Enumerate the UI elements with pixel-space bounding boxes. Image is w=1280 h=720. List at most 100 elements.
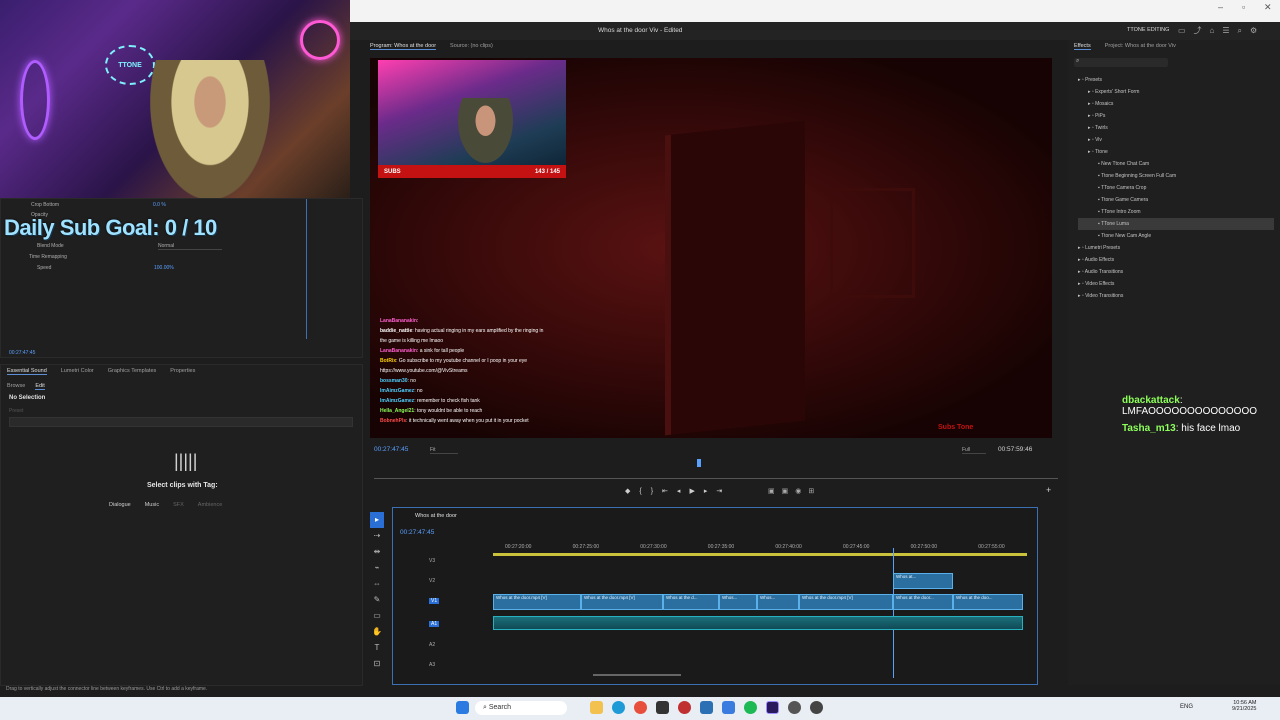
game-wall-frame bbox=[830, 188, 915, 298]
store-icon[interactable] bbox=[722, 701, 735, 714]
transport-controls[interactable]: ◆{}⇤◂▶▸⇥ bbox=[625, 487, 731, 495]
tab-properties[interactable]: Properties bbox=[170, 368, 195, 374]
speed-value[interactable]: 100.00% bbox=[154, 265, 174, 271]
rectangle-icon[interactable]: ▭ bbox=[370, 608, 384, 624]
start-icon[interactable] bbox=[456, 701, 469, 714]
tab-edit[interactable]: Edit bbox=[35, 383, 45, 390]
track-header-v1[interactable]: V1 bbox=[429, 598, 440, 604]
header-icons[interactable]: ▭⤴⌂☰⌕⚙ bbox=[1178, 25, 1265, 36]
tag-sfx[interactable]: SFX bbox=[173, 502, 184, 508]
close-icon[interactable]: ✕ bbox=[1264, 2, 1272, 13]
effects-search-input[interactable]: ⌕ bbox=[1074, 58, 1168, 67]
workspace-label[interactable]: TTONE EDITING bbox=[1127, 27, 1169, 33]
add-button[interactable]: + bbox=[1046, 485, 1051, 495]
effects-tree-item[interactable]: ▸ ▫ Twirls bbox=[1078, 122, 1274, 134]
tab-effects[interactable]: Effects bbox=[1074, 43, 1091, 50]
effects-tree-item[interactable]: ▸ ▫ PiPs bbox=[1078, 110, 1274, 122]
work-area-bar[interactable] bbox=[493, 553, 1027, 556]
effects-tree-item[interactable]: ▪ TTone Luma bbox=[1078, 218, 1274, 230]
effects-tree-item[interactable]: ▸ ▫ Lumetri Presets bbox=[1078, 242, 1274, 254]
effects-tree-item[interactable]: ▪ TTone Intro Zoom bbox=[1078, 206, 1274, 218]
a1-audio-clip[interactable] bbox=[493, 616, 1023, 630]
v1-clip[interactable]: Whos at the door.mp4 [V] bbox=[581, 594, 663, 610]
edge-icon[interactable] bbox=[612, 701, 625, 714]
v1-clip[interactable]: Whos at the door.mp4 [V] bbox=[799, 594, 893, 610]
timeline-playhead[interactable] bbox=[893, 548, 894, 678]
v1-clip[interactable]: Whos at the door... bbox=[893, 594, 953, 610]
v1-clip[interactable]: Whos... bbox=[719, 594, 757, 610]
opera-icon[interactable] bbox=[678, 701, 691, 714]
track-header-a3[interactable]: A3 bbox=[429, 662, 435, 668]
timeline-timecode[interactable]: 00:27:47:45 bbox=[400, 529, 434, 536]
tag-ambience[interactable]: Ambience bbox=[198, 502, 222, 508]
crop-bottom-value[interactable]: 0.0 % bbox=[153, 202, 166, 208]
tab-graphics-templates[interactable]: Graphics Templates bbox=[108, 368, 157, 374]
v1-clip[interactable]: Whos... bbox=[757, 594, 799, 610]
spotify-icon[interactable] bbox=[744, 701, 757, 714]
effects-tree-item[interactable]: ▸ ▫ Audio Effects bbox=[1078, 254, 1274, 266]
effects-tree-item[interactable]: ▪ Ttone Game Camera bbox=[1078, 194, 1274, 206]
file-explorer-icon[interactable] bbox=[590, 701, 603, 714]
razor-icon[interactable]: ⌁ bbox=[370, 560, 384, 576]
effects-tree-item[interactable]: ▸ ▫ Video Effects bbox=[1078, 278, 1274, 290]
v1-clip[interactable]: Whos at the doo... bbox=[953, 594, 1023, 610]
effects-tree-item[interactable]: ▸ ▫ Experts' Short Form bbox=[1078, 86, 1274, 98]
steam-icon[interactable] bbox=[788, 701, 801, 714]
v2-clip[interactable]: Whos at... bbox=[893, 573, 953, 589]
app-icon[interactable] bbox=[656, 701, 669, 714]
sequence-tab[interactable]: Whos at the door bbox=[415, 513, 457, 519]
tag-dialogue[interactable]: Dialogue bbox=[109, 502, 131, 508]
hand-icon[interactable]: ✋ bbox=[370, 624, 384, 640]
language-indicator[interactable]: ENG bbox=[1180, 704, 1193, 710]
minimize-icon[interactable]: – bbox=[1218, 2, 1223, 12]
vscode-icon[interactable] bbox=[700, 701, 713, 714]
premiere-icon[interactable] bbox=[766, 701, 779, 714]
track-header-a1[interactable]: A1 bbox=[429, 621, 440, 627]
program-timecode[interactable]: 00:27:47:45 bbox=[374, 446, 408, 453]
scrub-playhead[interactable] bbox=[697, 459, 701, 467]
effect-controls-timecode[interactable]: 00:27:47:45 bbox=[9, 350, 35, 356]
blend-mode-select[interactable]: Normal bbox=[158, 243, 222, 250]
effects-tree-item[interactable]: ▪ New Ttone Chat Cam bbox=[1078, 158, 1274, 170]
export-buttons[interactable]: ▣▣◉⊞ bbox=[768, 487, 821, 495]
effects-tree-item[interactable]: ▸ ▫ Viv bbox=[1078, 134, 1274, 146]
chrome-icon[interactable] bbox=[634, 701, 647, 714]
scrub-bar[interactable] bbox=[374, 478, 1058, 479]
effects-tree-item[interactable]: ▸ ▫ Presets bbox=[1078, 74, 1274, 86]
zoom-select[interactable]: Fit bbox=[430, 447, 458, 454]
clock[interactable]: 10:56 AM 9/21/2025 bbox=[1232, 700, 1256, 712]
tab-program[interactable]: Program: Whos at the door bbox=[370, 43, 437, 50]
track-header-v2[interactable]: V2 bbox=[429, 578, 435, 584]
effects-tree-item[interactable]: ▸ ▫ Mosaics bbox=[1078, 98, 1274, 110]
tag-music[interactable]: Music bbox=[145, 502, 159, 508]
effects-tree-item[interactable]: ▸ ▫ Video Transitions bbox=[1078, 290, 1274, 302]
track-header-v3[interactable]: V3 bbox=[429, 558, 435, 564]
slip-icon[interactable]: ⇔ bbox=[370, 576, 384, 592]
effects-tree-label: Ttone Beginning Screen Full Cam bbox=[1101, 173, 1177, 179]
effects-tree-item[interactable]: ▪ TTone Camera Crop bbox=[1078, 182, 1274, 194]
tab-browse[interactable]: Browse bbox=[7, 383, 25, 389]
v1-clip[interactable]: Whos at the d... bbox=[663, 594, 719, 610]
effects-tree-item[interactable]: ▪ Ttone New Cam Angle bbox=[1078, 230, 1274, 242]
tab-project[interactable]: Project: Whos at the door Viv bbox=[1105, 43, 1176, 49]
tab-source[interactable]: Source: (no clips) bbox=[450, 43, 493, 49]
restore-icon[interactable]: ▫ bbox=[1242, 2, 1245, 12]
quality-select[interactable]: Full bbox=[962, 447, 986, 454]
obs-icon[interactable] bbox=[810, 701, 823, 714]
track-select-icon[interactable]: ⇢ bbox=[370, 528, 384, 544]
track-header-a2[interactable]: A2 bbox=[429, 642, 435, 648]
selection-tool-icon[interactable]: ▸ bbox=[370, 512, 384, 528]
ripple-edit-icon[interactable]: ⇹ bbox=[370, 544, 384, 560]
timeline-zoom-scrollbar[interactable] bbox=[593, 674, 681, 676]
effects-tree-item[interactable]: ▪ Ttone Beginning Screen Full Cam bbox=[1078, 170, 1274, 182]
effects-tree-item[interactable]: ▸ ▫ Audio Transitions bbox=[1078, 266, 1274, 278]
tab-essential-sound[interactable]: Essential Sound bbox=[7, 368, 47, 375]
tab-lumetri-color[interactable]: Lumetri Color bbox=[61, 368, 94, 374]
v1-clip[interactable]: Whos at the door.mp4 [V] bbox=[493, 594, 581, 610]
caption-icon[interactable]: ⊡ bbox=[370, 656, 384, 672]
taskbar-search[interactable]: ⌕ Search bbox=[475, 701, 567, 715]
preset-select[interactable] bbox=[9, 417, 353, 427]
pen-icon[interactable]: ✎ bbox=[370, 592, 384, 608]
type-icon[interactable]: T bbox=[370, 640, 384, 656]
effects-tree-item[interactable]: ▸ ▫ Ttone bbox=[1078, 146, 1274, 158]
